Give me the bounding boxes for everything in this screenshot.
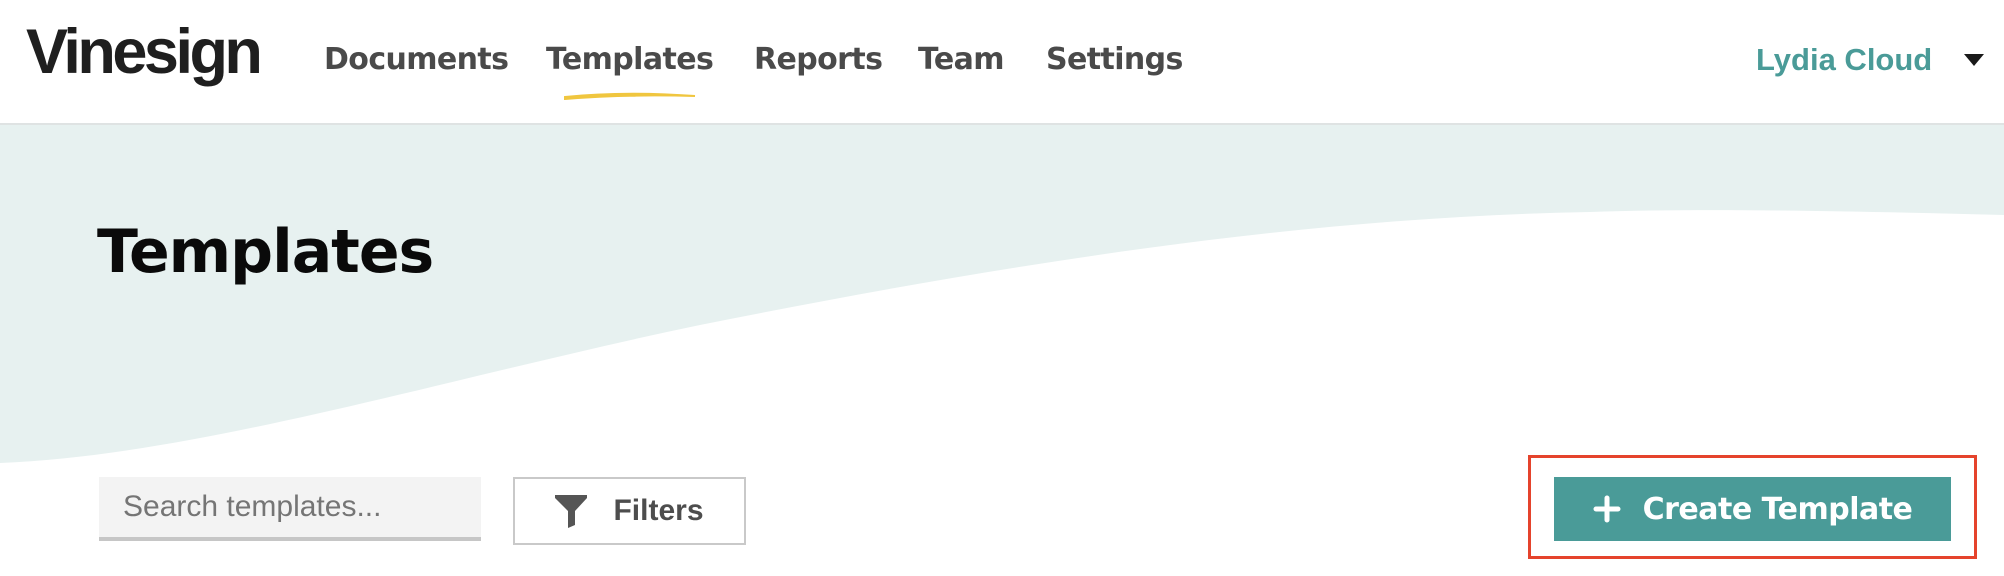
nav-settings[interactable]: Settings [1046,38,1183,82]
filter-funnel-icon [555,494,588,528]
filters-label: Filters [613,494,704,527]
user-menu-name[interactable]: Lydia Cloud [1756,38,1932,82]
nav-team[interactable]: Team [918,38,1005,82]
page-title: Templates [97,217,434,287]
caret-down-icon[interactable] [1963,53,1985,67]
filters-button[interactable]: Filters [513,477,746,545]
vinesign-logo[interactable]: Vinesign [26,14,263,90]
top-navigation-bar: Vinesign Documents Templates Reports Tea… [0,0,2004,125]
plus-icon [1593,495,1621,523]
nav-reports[interactable]: Reports [754,38,883,82]
create-template-label: Create Template [1642,491,1913,527]
search-templates-input[interactable] [99,477,481,541]
nav-templates[interactable]: Templates [546,38,714,82]
create-template-button[interactable]: Create Template [1554,477,1951,541]
active-tab-underline [564,92,696,100]
hero-wave-background [0,125,2004,463]
nav-documents[interactable]: Documents [324,38,509,82]
